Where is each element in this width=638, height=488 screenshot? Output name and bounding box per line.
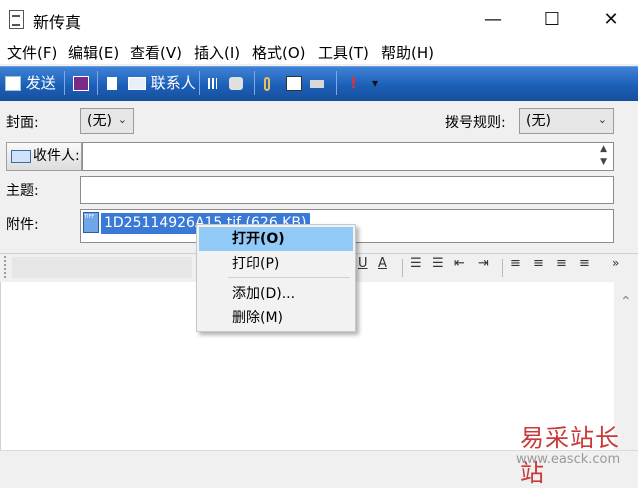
insert-picture-button[interactable] (286, 66, 302, 100)
context-menu: 打开(O) 打印(P) 添加(D)... 删除(M) (196, 224, 356, 332)
contact-card-icon (128, 77, 146, 90)
send-button[interactable]: 发送 (5, 66, 56, 100)
subject-label: 主题: (6, 183, 39, 199)
contacts-label: 联系人 (150, 74, 196, 92)
menu-format[interactable]: 格式(O) (252, 42, 306, 63)
align-right-icon[interactable]: ≡ (556, 256, 567, 271)
justify-icon[interactable]: ≡ (579, 256, 590, 271)
dial-rule-label: 拨号规则: (445, 115, 506, 131)
contacts-button[interactable]: 联系人 (128, 66, 196, 100)
chevron-down-icon: ⌄ (597, 113, 607, 126)
cover-value: (无) (87, 113, 112, 129)
paperclip-icon (264, 76, 270, 91)
toolbar-separator (64, 71, 65, 95)
toolbar-overflow-icon[interactable]: » (612, 256, 619, 270)
scroll-down-icon[interactable]: ▼ (600, 157, 607, 167)
increase-indent-icon[interactable]: ⇥ (478, 256, 489, 271)
menu-help[interactable]: 帮助(H) (381, 42, 434, 63)
font-name-select[interactable] (12, 257, 192, 278)
font-color-button[interactable]: A (378, 256, 387, 271)
context-menu-delete[interactable]: 删除(M) (199, 306, 353, 330)
send-label: 发送 (25, 74, 56, 92)
save-button[interactable] (73, 66, 89, 100)
toolbar-separator (402, 259, 403, 277)
horizontal-line-icon (310, 79, 324, 88)
menu-insert[interactable]: 插入(I) (194, 42, 240, 63)
toolbar-separator (199, 71, 200, 95)
numbered-list-icon[interactable]: ☰ (410, 256, 422, 271)
grid-button[interactable] (208, 66, 217, 100)
scroll-up-icon[interactable]: ⌃ (620, 294, 632, 310)
decrease-indent-icon[interactable]: ⇤ (454, 256, 465, 271)
window-title: 新传真 (33, 13, 82, 32)
maximize-button[interactable]: ☐ (529, 0, 575, 40)
menu-separator (228, 277, 350, 278)
underline-button[interactable]: U (358, 256, 368, 271)
contact-card-icon (11, 150, 31, 163)
context-menu-print[interactable]: 打印(P) (199, 252, 353, 276)
minimize-button[interactable]: — (470, 0, 516, 40)
align-left-icon[interactable]: ≡ (510, 256, 521, 271)
toolbar-separator (502, 259, 503, 277)
menu-file[interactable]: 文件(F) (7, 42, 57, 63)
toolbar-separator (336, 71, 337, 95)
toolbar-separator (97, 71, 98, 95)
menu-edit[interactable]: 编辑(E) (68, 42, 119, 63)
attachment-label: 附件: (6, 217, 39, 233)
watermark-url: www.easck.com (516, 452, 621, 467)
priority-icon[interactable]: ! (350, 66, 357, 100)
chevron-down-icon: ⌄ (117, 113, 127, 126)
recipients-input[interactable]: ▲ ▼ (82, 142, 614, 171)
dial-rule-value: (无) (526, 113, 551, 129)
bulleted-list-icon[interactable]: ☰ (432, 256, 444, 271)
toolbar-separator (254, 71, 255, 95)
check-names-button[interactable] (229, 66, 243, 100)
page-icon (107, 77, 117, 90)
recipients-button[interactable]: 收件人: (6, 142, 82, 171)
align-center-icon[interactable]: ≡ (533, 256, 544, 271)
context-menu-open[interactable]: 打开(O) (199, 227, 353, 251)
page-setup-button[interactable] (107, 66, 117, 100)
save-icon (73, 76, 89, 91)
priority-dropdown-icon[interactable]: ▾ (372, 66, 378, 100)
toolbar-grip (4, 256, 6, 278)
tif-file-icon (83, 212, 99, 233)
send-fax-icon (5, 76, 21, 91)
cover-select[interactable]: (无) ⌄ (80, 108, 134, 134)
context-menu-add[interactable]: 添加(D)... (199, 282, 353, 306)
close-button[interactable]: ✕ (588, 0, 634, 40)
recipients-label: 收件人: (33, 148, 80, 164)
grid-icon (208, 78, 217, 89)
insert-line-button[interactable] (310, 66, 324, 100)
menu-tools[interactable]: 工具(T) (318, 42, 369, 63)
menu-view[interactable]: 查看(V) (130, 42, 182, 63)
fax-document-icon (9, 10, 24, 29)
check-names-icon (229, 77, 243, 90)
attach-button[interactable] (264, 66, 270, 100)
scroll-up-icon[interactable]: ▲ (600, 144, 607, 154)
subject-input[interactable] (80, 176, 614, 204)
dial-rule-select[interactable]: (无) ⌄ (519, 108, 614, 134)
cover-label: 封面: (6, 115, 39, 131)
picture-icon (286, 76, 302, 91)
